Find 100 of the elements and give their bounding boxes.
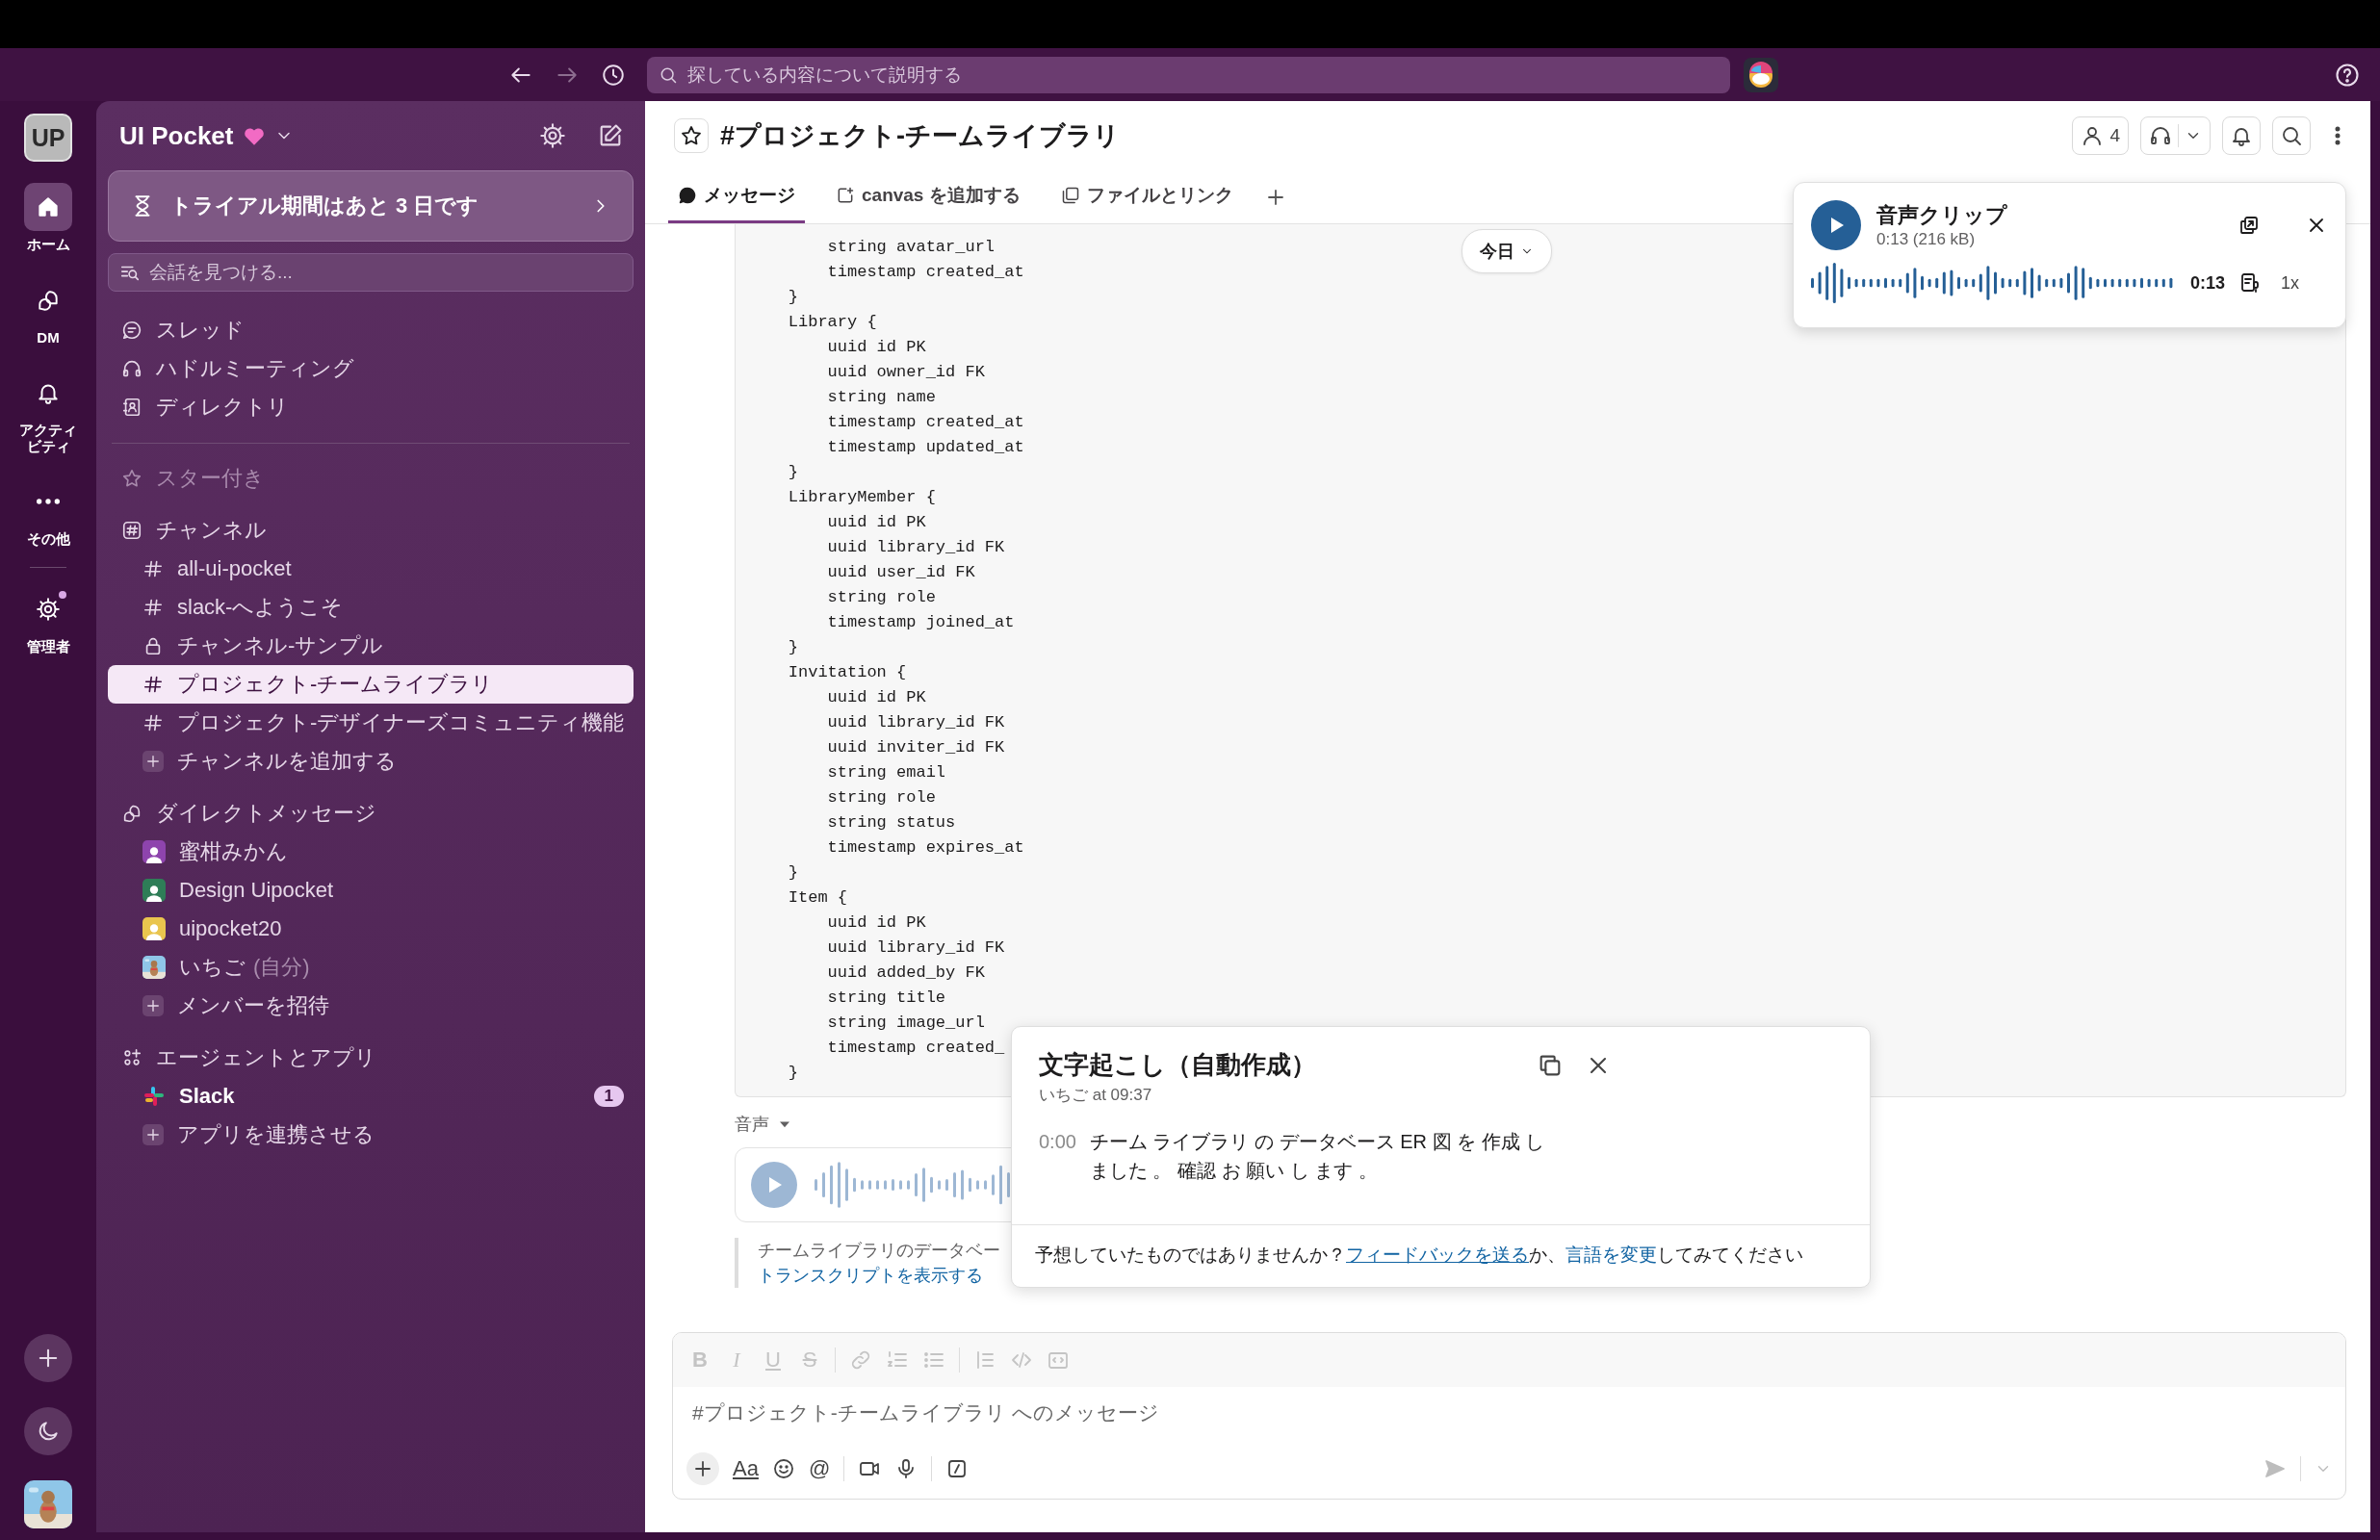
code-line: Item { (787, 887, 848, 909)
tab[interactable]: canvas を追加する (826, 170, 1030, 223)
text-link[interactable]: フィードバックを送る (1346, 1245, 1529, 1265)
notification-dot (59, 590, 66, 599)
bell-icon[interactable] (2222, 116, 2261, 155)
section-header[interactable]: ダイレクトメッセージ (108, 794, 634, 833)
code-line: string email (826, 762, 946, 783)
trial-banner[interactable]: トライアル期間はあと 3 日です (108, 170, 634, 242)
date-divider[interactable]: 今日 (1462, 229, 1552, 273)
code-line: uuid inviter_id FK (826, 737, 1005, 758)
code-line: timestamp created_at (826, 262, 1024, 283)
help-icon[interactable] (2334, 61, 2361, 89)
feedback-note: 予想していたものではありませんか？フィードバックを送るか、言語を変更 してみてください (1012, 1224, 1870, 1287)
files-icon (1060, 186, 1080, 205)
sidebar-item[interactable]: Slack 1 (108, 1077, 634, 1116)
hash-box-icon (121, 520, 142, 541)
code-line: } (787, 862, 798, 884)
workspace-name[interactable]: UI Pocket (119, 120, 234, 151)
code-line: string title (826, 988, 946, 1009)
channel-title: #プロジェクト-チームライブラリ (720, 120, 1120, 152)
code-line: timestamp created_ (826, 1038, 1005, 1059)
mention-button[interactable]: @ (808, 1456, 831, 1481)
sidebar-item[interactable]: 蜜柑みかん (108, 833, 634, 871)
chat-bubble-icon (678, 186, 697, 205)
house-icon (36, 194, 61, 219)
code-line: } (787, 287, 798, 308)
clip-title: 音声クリップ (1876, 202, 2007, 229)
section-header[interactable]: エージェントとアプリ (108, 1039, 634, 1077)
code-line: string name (826, 387, 936, 408)
sidebar-item[interactable]: チャンネルを追加する (108, 742, 634, 781)
show-transcript-link[interactable]: トランスクリプトを表示する (758, 1263, 983, 1288)
hash-icon (142, 674, 164, 695)
workspace-avatar[interactable]: UP (24, 114, 72, 162)
sidebar-item[interactable]: プロジェクト-デザイナーズコミュニティ機能 (108, 704, 634, 742)
hash-icon (142, 712, 164, 733)
search-field[interactable]: 探している内容について説明する (647, 56, 1730, 93)
unread-badge: 1 (593, 1086, 624, 1107)
contact-book-icon (121, 397, 142, 418)
rail-item[interactable]: 管理者 (16, 584, 80, 654)
members-button[interactable]: 4 (2072, 116, 2129, 155)
sidebar-item[interactable]: チャンネル-サンプル (108, 627, 634, 665)
attach-button[interactable] (686, 1452, 719, 1485)
sidebar-item[interactable]: プロジェクト-チームライブラリ (108, 665, 634, 704)
search-field[interactable]: 会話を見つける... (108, 253, 634, 292)
code-line: Library { (787, 312, 877, 333)
code-line: uuid id PK (826, 912, 926, 934)
star-icon (680, 124, 703, 147)
sidebar-item[interactable]: uipocket20 (108, 910, 634, 948)
nav-item[interactable]: ディレクトリ (108, 388, 634, 426)
star-icon (121, 468, 142, 489)
nav-item[interactable]: スレッド (108, 311, 634, 349)
sidebar-item[interactable]: Design Uipocket (108, 871, 634, 910)
sidebar-item[interactable]: メンバーを招待 (108, 987, 634, 1025)
emoji-icon[interactable] (771, 1457, 795, 1480)
sidebar-item[interactable]: slack-へようこそ (108, 588, 634, 627)
sidebar-item[interactable]: いちご (自分) (108, 948, 634, 987)
search-icon[interactable] (2272, 116, 2311, 155)
code-line: string role (826, 587, 936, 608)
clip-info: 0:13 (216 kB) (1876, 230, 1977, 249)
formatting-button[interactable]: Aa (733, 1456, 759, 1481)
text-link[interactable]: 言語を変更 (1565, 1245, 1657, 1265)
code-line: uuid id PK (826, 337, 926, 358)
byline: いちご at 09:37 (1039, 1085, 1153, 1106)
code-line: uuid library_id FK (826, 537, 1005, 558)
more-icon (36, 498, 61, 505)
huddle-button[interactable] (2140, 116, 2211, 155)
code-line: timestamp expires_at (826, 837, 1024, 859)
app-icon[interactable] (1744, 57, 1778, 92)
tab[interactable]: ファイルとリンク (1050, 170, 1243, 223)
settings-icon (36, 596, 61, 622)
code-line: string image_url (826, 1013, 985, 1034)
rail-item[interactable]: アクティビティ (16, 369, 80, 454)
pop-out-icon[interactable] (2238, 214, 2261, 237)
section-header[interactable]: チャンネル (108, 511, 634, 550)
logo-icon (142, 1085, 166, 1108)
transcript-preview: チームライブラリのデータベー (758, 1240, 1000, 1262)
code-line: } (787, 462, 798, 483)
rail-item[interactable]: DM (16, 275, 80, 346)
code-line: uuid id PK (826, 512, 926, 533)
speed-button[interactable]: 1x (2281, 272, 2300, 294)
section-header[interactable]: スター付き (108, 459, 634, 498)
play-button[interactable] (1811, 200, 1861, 250)
code-line: string status (826, 812, 956, 834)
popup-title: 文字起こし（自動作成） (1039, 1049, 1316, 1081)
sidebar-item[interactable]: all-ui-pocket (108, 550, 634, 588)
nav-item[interactable]: ハドルミーティング (108, 349, 634, 388)
code-line: uuid owner_id FK (826, 362, 985, 383)
code-line: timestamp joined_at (826, 612, 1015, 633)
code-line: timestamp created_at (826, 412, 1024, 433)
apps-icon (121, 1047, 142, 1068)
code-line: uuid library_id FK (826, 937, 1005, 959)
sidebar-item[interactable]: アプリを連携させる (108, 1116, 634, 1154)
code-line: uuid user_id FK (826, 562, 975, 583)
rail-item[interactable]: その他 (16, 477, 80, 548)
settings-icon[interactable] (539, 122, 566, 149)
star-button[interactable] (674, 118, 709, 153)
history-icon[interactable] (601, 62, 626, 88)
timestamp: 0:00 (1039, 1130, 1076, 1154)
code-line: uuid added_by FK (826, 962, 985, 984)
code-line: uuid library_id FK (826, 712, 1005, 733)
